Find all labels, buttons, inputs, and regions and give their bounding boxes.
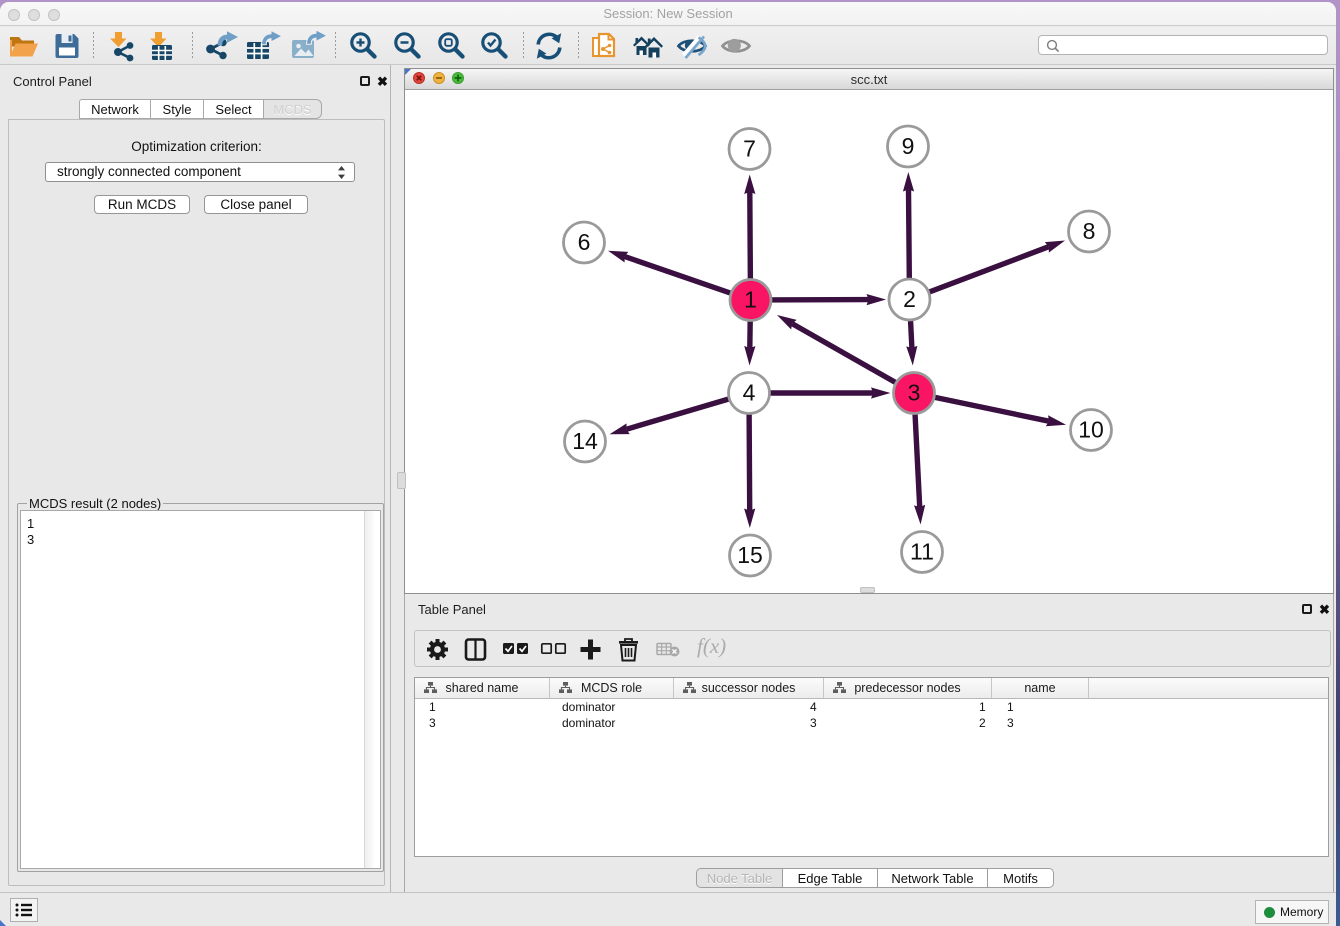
svg-text:15: 15 [737,542,763,568]
svg-text:9: 9 [902,133,915,159]
svg-text:6: 6 [578,229,591,255]
svg-text:3: 3 [908,380,921,406]
svg-text:2: 2 [903,286,916,312]
svg-text:7: 7 [743,136,756,162]
svg-text:1: 1 [744,287,757,313]
svg-text:14: 14 [572,428,598,454]
svg-text:4: 4 [743,380,756,406]
svg-text:8: 8 [1083,218,1096,244]
svg-text:11: 11 [910,539,934,565]
svg-text:10: 10 [1078,417,1104,443]
